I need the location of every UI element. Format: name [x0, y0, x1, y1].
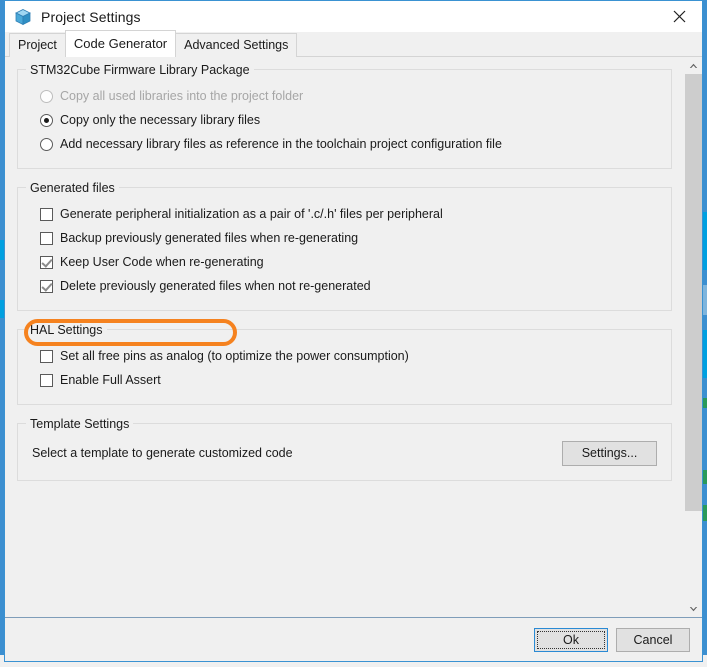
dialog-title-bar: Project Settings — [5, 1, 702, 32]
checkbox-enable-full-assert[interactable] — [40, 373, 53, 387]
radio-label-add-as-reference: Add necessary library files as reference… — [60, 137, 502, 151]
group-title-hal-settings: HAL Settings — [26, 323, 107, 337]
group-hal-settings: HAL Settings Set all free pins as analog… — [17, 323, 672, 405]
checkbox-backup-previously-generated[interactable] — [40, 231, 53, 245]
ok-button[interactable]: Ok — [534, 627, 608, 652]
close-icon[interactable] — [657, 1, 702, 31]
checkbox-row-backup-previously-generated[interactable]: Backup previously generated files when r… — [40, 226, 659, 250]
checkbox-set-free-pins-analog[interactable] — [40, 349, 53, 363]
checkbox-row-keep-user-code[interactable]: Keep User Code when re-generating — [40, 250, 659, 274]
radio-label-copy-only-necessary: Copy only the necessary library files — [60, 113, 261, 127]
checkbox-label-generate-peripheral-init: Generate peripheral initialization as a … — [60, 207, 443, 221]
template-settings-button[interactable]: Settings... — [562, 440, 657, 466]
tab-project[interactable]: Project — [9, 32, 66, 57]
checkbox-label-keep-user-code: Keep User Code when re-generating — [60, 255, 264, 269]
cancel-button[interactable]: Cancel — [616, 627, 690, 652]
vertical-scrollbar[interactable] — [684, 57, 702, 617]
scrollbar-thumb[interactable] — [685, 74, 702, 511]
radio-add-as-reference[interactable] — [40, 137, 53, 151]
tab-bar: Project Code Generator Advanced Settings — [5, 30, 702, 57]
focus-ring — [537, 630, 605, 649]
scroll-up-arrow-icon[interactable] — [685, 57, 702, 74]
dialog-title: Project Settings — [41, 8, 141, 25]
radio-row-copy-only-necessary[interactable]: Copy only the necessary library files — [40, 108, 659, 132]
project-settings-dialog: Project Settings Project Code Generator … — [4, 0, 703, 662]
scroll-down-arrow-icon[interactable] — [685, 600, 702, 617]
group-generated-files: Generated files Generate peripheral init… — [17, 181, 672, 311]
checkbox-keep-user-code[interactable] — [40, 255, 53, 269]
radio-copy-only-necessary[interactable] — [40, 113, 53, 127]
checkbox-row-generate-peripheral-init[interactable]: Generate peripheral initialization as a … — [40, 202, 659, 226]
radio-label-copy-all-libraries: Copy all used libraries into the project… — [60, 89, 304, 103]
checkbox-label-backup-previously-generated: Backup previously generated files when r… — [60, 231, 359, 245]
checkbox-label-set-free-pins-analog: Set all free pins as analog (to optimize… — [60, 349, 409, 363]
dialog-footer: Ok Cancel — [5, 617, 702, 661]
template-settings-row: Select a template to generate customized… — [30, 438, 659, 468]
checkbox-row-enable-full-assert[interactable]: Enable Full Assert — [40, 368, 659, 392]
checkbox-delete-previously-generated[interactable] — [40, 279, 53, 293]
code-generator-panel: STM32Cube Firmware Library Package Copy … — [5, 57, 684, 617]
checkbox-label-delete-previously-generated: Delete previously generated files when n… — [60, 279, 371, 293]
tab-code-generator[interactable]: Code Generator — [64, 30, 177, 57]
checkbox-row-set-free-pins-analog[interactable]: Set all free pins as analog (to optimize… — [40, 344, 659, 368]
group-template-settings: Template Settings Select a template to g… — [17, 417, 672, 481]
group-title-template-settings: Template Settings — [26, 417, 134, 431]
cube-icon — [14, 8, 32, 26]
checkbox-generate-peripheral-init[interactable] — [40, 207, 53, 221]
tab-advanced-settings[interactable]: Advanced Settings — [175, 32, 298, 57]
radio-row-copy-all-libraries[interactable]: Copy all used libraries into the project… — [40, 84, 659, 108]
dialog-body: STM32Cube Firmware Library Package Copy … — [5, 57, 702, 617]
group-title-generated-files: Generated files — [26, 181, 119, 195]
checkbox-row-delete-previously-generated[interactable]: Delete previously generated files when n… — [40, 274, 659, 298]
scrollbar-track[interactable] — [685, 74, 702, 600]
radio-copy-all-libraries[interactable] — [40, 89, 53, 103]
template-description: Select a template to generate customized… — [32, 446, 293, 460]
group-firmware-library-package: STM32Cube Firmware Library Package Copy … — [17, 63, 672, 169]
radio-row-add-as-reference[interactable]: Add necessary library files as reference… — [40, 132, 659, 156]
group-title-firmware: STM32Cube Firmware Library Package — [26, 63, 254, 77]
checkbox-label-enable-full-assert: Enable Full Assert — [60, 373, 161, 387]
